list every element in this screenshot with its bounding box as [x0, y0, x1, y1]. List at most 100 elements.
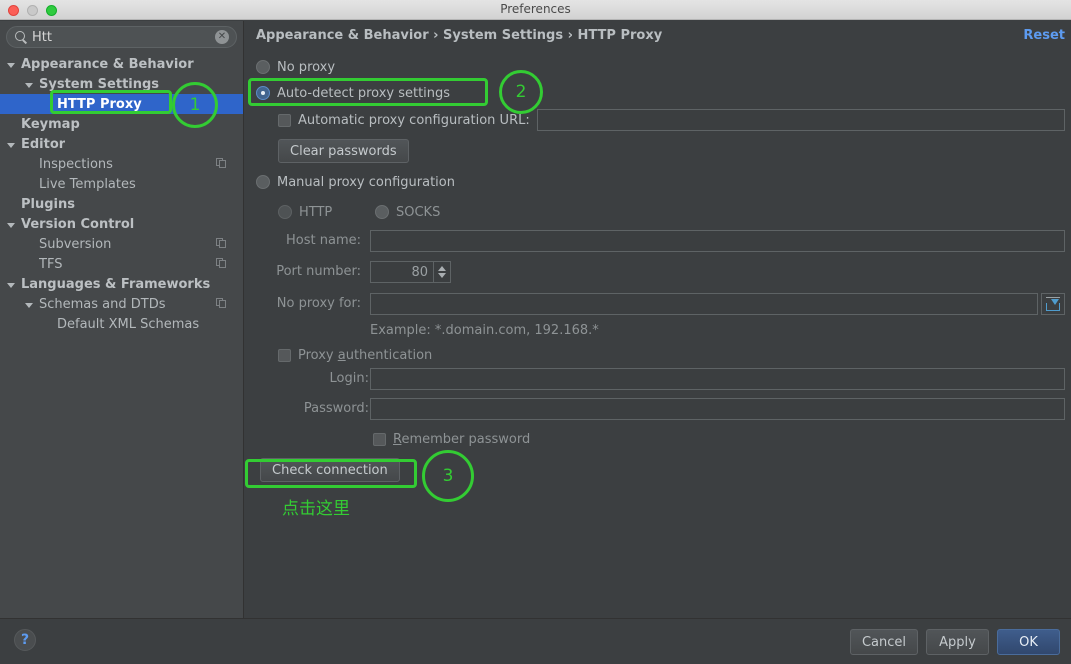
sidebar-item-plugins[interactable]: Plugins — [0, 194, 243, 214]
proxy-authentication-label: Proxy authentication — [298, 348, 432, 363]
sidebar-item-keymap[interactable]: Keymap — [0, 114, 243, 134]
sidebar-item-label: HTTP Proxy — [57, 96, 142, 112]
no-proxy-for-input[interactable] — [370, 293, 1038, 315]
radio-http-protocol[interactable]: HTTP — [278, 201, 332, 223]
clear-search-icon[interactable]: ✕ — [215, 30, 229, 44]
clear-passwords-button[interactable]: Clear passwords — [278, 139, 409, 163]
sidebar-item-tfs[interactable]: TFS — [0, 254, 243, 274]
socks-label: SOCKS — [396, 204, 441, 220]
chevron-down-icon[interactable] — [24, 299, 35, 310]
radio-manual-proxy[interactable]: Manual proxy configuration — [256, 171, 455, 193]
sidebar-item-label: Keymap — [21, 116, 80, 132]
sidebar-item-label: Default XML Schemas — [57, 316, 200, 332]
sidebar-item-editor[interactable]: Editor — [0, 134, 243, 154]
copy-icon[interactable] — [216, 158, 227, 169]
sidebar-item-default-xml-schemas[interactable]: Default XML Schemas — [0, 314, 243, 334]
login-label: Login: — [329, 371, 369, 386]
auto-pac-label: Automatic proxy configuration URL: — [298, 112, 530, 128]
port-number-value[interactable]: 80 — [371, 262, 433, 282]
ok-button[interactable]: OK — [997, 629, 1060, 655]
sidebar-item-subversion[interactable]: Subversion — [0, 234, 243, 254]
sidebar-item-http-proxy[interactable]: HTTP Proxy — [0, 94, 243, 114]
port-number-stepper[interactable]: 80 — [370, 261, 451, 283]
remember-password-checkbox-icon[interactable] — [373, 432, 386, 446]
no-proxy-example-text: Example: *.domain.com, 192.168.* — [370, 323, 599, 338]
window-title: Preferences — [500, 2, 571, 16]
chevron-down-icon[interactable] — [6, 59, 17, 70]
chevron-down-icon[interactable] — [6, 279, 17, 290]
http-label: HTTP — [299, 204, 333, 220]
radio-no-proxy[interactable]: No proxy — [256, 56, 335, 78]
auto-detect-label: Auto-detect proxy settings — [277, 85, 451, 101]
spinner-down-icon[interactable] — [438, 273, 446, 278]
manual-proxy-radio-icon[interactable] — [256, 175, 270, 189]
search-input[interactable]: Htt ✕ — [6, 26, 237, 48]
sidebar-item-live-templates[interactable]: Live Templates — [0, 174, 243, 194]
no-proxy-for-label: No proxy for: — [276, 296, 361, 311]
chevron-down-icon[interactable] — [6, 139, 17, 150]
login-input[interactable] — [370, 368, 1065, 390]
spinner-up-icon[interactable] — [438, 266, 446, 271]
proxy-auth-label-post: uthentication — [345, 347, 433, 363]
password-input[interactable] — [370, 398, 1065, 420]
dialog-actions: Cancel Apply OK — [849, 629, 1060, 655]
sidebar-item-label: Appearance & Behavior — [21, 56, 194, 72]
port-number-spinner-buttons[interactable] — [433, 262, 450, 282]
settings-tree: Appearance & Behavior System Settings HTTP… — [0, 54, 243, 334]
auto-pac-checkbox-row[interactable]: Automatic proxy configuration URL: — [278, 109, 530, 131]
radio-socks-protocol[interactable]: SOCKS — [375, 201, 440, 223]
check-connection-button[interactable]: Check connection — [260, 458, 400, 482]
breadcrumb: Appearance & Behavior › System Settings … — [256, 28, 663, 43]
question-mark-icon: ? — [20, 632, 30, 648]
search-area: Htt ✕ — [0, 21, 243, 48]
no-proxy-radio-icon[interactable] — [256, 60, 270, 74]
sidebar-item-version-control[interactable]: Version Control — [0, 214, 243, 234]
dialog-bottom-bar: ? Cancel Apply OK — [0, 618, 1071, 664]
proxy-authentication-checkbox-icon[interactable] — [278, 348, 291, 362]
no-proxy-label: No proxy — [277, 59, 336, 75]
http-radio-icon[interactable] — [278, 205, 292, 219]
chevron-down-icon[interactable] — [6, 219, 17, 230]
host-name-input[interactable] — [370, 230, 1065, 252]
copy-icon[interactable] — [216, 298, 227, 309]
proxy-authentication-checkbox-row[interactable]: Proxy authentication — [278, 344, 432, 366]
insert-expand-icon-button[interactable] — [1041, 293, 1065, 315]
sidebar-item-languages-frameworks[interactable]: Languages & Frameworks — [0, 274, 243, 294]
sidebar-item-schemas-and-dtds[interactable]: Schemas and DTDs — [0, 294, 243, 314]
auto-pac-url-input[interactable] — [537, 109, 1065, 131]
socks-radio-icon[interactable] — [375, 205, 389, 219]
sidebar-item-inspections[interactable]: Inspections — [0, 154, 243, 174]
proxy-auth-label-pre: Proxy — [298, 347, 338, 363]
sidebar-item-label: Plugins — [21, 196, 75, 212]
remember-password-checkbox-row[interactable]: Remember password — [373, 428, 530, 450]
radio-auto-detect-proxy[interactable]: Auto-detect proxy settings — [256, 82, 450, 104]
sidebar-item-label: TFS — [39, 256, 63, 272]
manual-proxy-label: Manual proxy configuration — [277, 174, 455, 190]
password-label: Password: — [303, 401, 369, 416]
copy-icon[interactable] — [216, 258, 227, 269]
cancel-button[interactable]: Cancel — [849, 629, 918, 655]
chevron-down-icon[interactable] — [24, 79, 35, 90]
apply-button[interactable]: Apply — [926, 629, 989, 655]
auto-detect-radio-icon[interactable] — [256, 86, 270, 100]
sidebar-item-label: Live Templates — [39, 176, 136, 192]
sidebar-item-system-settings[interactable]: System Settings — [0, 74, 243, 94]
sidebar-item-label: Inspections — [39, 156, 113, 172]
auto-pac-checkbox-icon[interactable] — [278, 113, 291, 127]
sidebar-item-appearance-behavior[interactable]: Appearance & Behavior — [0, 54, 243, 74]
sidebar-item-label: Schemas and DTDs — [39, 296, 166, 312]
preferences-window: Preferences Htt ✕ Appearance & Behavior S… — [0, 0, 1071, 664]
sidebar-item-label: Languages & Frameworks — [21, 276, 211, 292]
proxy-auth-mnemonic: a — [337, 347, 346, 363]
copy-icon[interactable] — [216, 238, 227, 249]
help-button[interactable]: ? — [14, 629, 36, 651]
sidebar-item-label: Editor — [21, 136, 66, 152]
reset-link[interactable]: Reset — [1023, 28, 1065, 43]
